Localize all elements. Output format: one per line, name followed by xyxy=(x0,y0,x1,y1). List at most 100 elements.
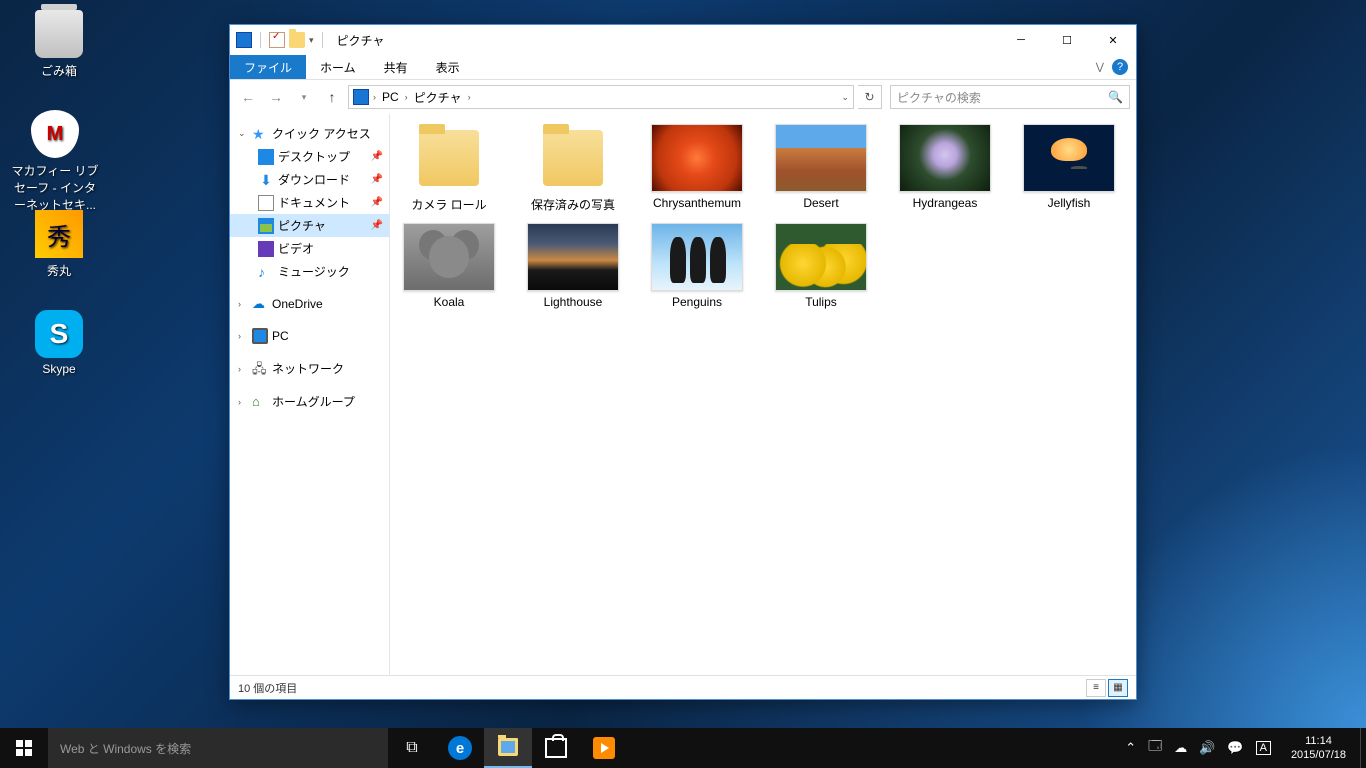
tray-overflow-icon[interactable]: ⌃ xyxy=(1125,740,1136,756)
tray-volume-icon[interactable]: 🔊 xyxy=(1199,740,1215,756)
refresh-button[interactable]: ↻ xyxy=(858,85,882,109)
address-dropdown-icon[interactable]: ⌄ xyxy=(841,92,849,103)
forward-button[interactable]: → xyxy=(264,85,288,109)
breadcrumb-pictures[interactable]: ピクチャ xyxy=(412,87,464,108)
image-thumbnail xyxy=(775,124,867,192)
breadcrumb[interactable]: › PC › ピクチャ › ⌄ xyxy=(348,85,854,109)
image-thumbnail xyxy=(527,223,619,291)
up-button[interactable]: ↑ xyxy=(320,85,344,109)
videos-icon xyxy=(258,241,274,257)
nav-quick-access[interactable]: ⌄★クイック アクセス xyxy=(230,122,389,145)
address-bar-row: ← → ▾ ↑ › PC › ピクチャ › ⌄ ↻ ピクチャの検索 🔍 xyxy=(230,80,1136,114)
file-item-hydrangeas[interactable]: Hydrangeas xyxy=(892,124,998,213)
ribbon-tabs: ファイル ホーム 共有 表示 ⋁ ? xyxy=(230,55,1136,80)
nav-network[interactable]: ›🖧ネットワーク xyxy=(230,357,389,380)
view-details-button[interactable]: ≡ xyxy=(1086,679,1106,697)
file-item-tulips[interactable]: Tulips xyxy=(768,223,874,309)
file-list[interactable]: カメラ ロール 保存済みの写真ChrysanthemumDesert Hydrang… xyxy=(390,114,1136,675)
location-icon xyxy=(353,89,369,105)
media-player-icon xyxy=(593,737,615,759)
folder-icon xyxy=(527,124,619,192)
qat-newfolder-icon[interactable] xyxy=(289,32,305,48)
file-item-label: カメラ ロール xyxy=(396,196,502,213)
chevron-right-icon[interactable]: › xyxy=(405,92,408,102)
minimize-button[interactable]: ─ xyxy=(998,25,1044,55)
view-thumbnails-button[interactable]: ▦ xyxy=(1108,679,1128,697)
chevron-right-icon[interactable]: › xyxy=(373,92,376,102)
recycle-bin-icon xyxy=(35,10,83,58)
expand-icon[interactable]: › xyxy=(238,364,248,374)
nav-music[interactable]: ♪ミュージック xyxy=(230,260,389,283)
taskbar-clock[interactable]: 11:14 2015/07/18 xyxy=(1283,734,1354,762)
nav-homegroup[interactable]: ›⌂ホームグループ xyxy=(230,390,389,413)
taskbar-store[interactable] xyxy=(532,728,580,768)
expand-icon[interactable]: › xyxy=(238,397,248,407)
qat-properties-icon[interactable] xyxy=(269,32,285,48)
file-item-lighthouse[interactable]: Lighthouse xyxy=(520,223,626,309)
show-desktop-button[interactable] xyxy=(1360,728,1366,768)
search-input[interactable]: ピクチャの検索 🔍 xyxy=(890,85,1130,109)
pc-icon xyxy=(252,328,268,344)
file-item-label: Hydrangeas xyxy=(892,196,998,210)
tray-network-icon[interactable]: ☁ xyxy=(1174,740,1187,756)
file-item-desert[interactable]: Desert xyxy=(768,124,874,213)
folder-icon xyxy=(403,124,495,192)
tab-home[interactable]: ホーム xyxy=(306,55,370,79)
star-icon: ★ xyxy=(252,126,268,142)
tray-battery-icon[interactable]: 🗔 xyxy=(1148,737,1162,759)
nav-onedrive[interactable]: ›☁OneDrive xyxy=(230,293,389,315)
task-view-button[interactable]: ⧉ xyxy=(388,728,436,768)
file-item-jellyfish[interactable]: Jellyfish xyxy=(1016,124,1122,213)
desktop-icon-label: マカフィー リブセーフ - インターネットセキ... xyxy=(10,162,100,213)
nav-desktop[interactable]: デスクトップ📌 xyxy=(230,145,389,168)
action-center-icon[interactable]: 💬 xyxy=(1227,740,1243,756)
file-item-penguins[interactable]: Penguins xyxy=(644,223,750,309)
nav-documents[interactable]: ドキュメント📌 xyxy=(230,191,389,214)
tab-share[interactable]: 共有 xyxy=(370,55,422,79)
file-item-camera-roll[interactable]: カメラ ロール xyxy=(396,124,502,213)
nav-downloads[interactable]: ⬇ダウンロード📌 xyxy=(230,168,389,191)
explorer-app-icon[interactable] xyxy=(236,32,252,48)
start-button[interactable] xyxy=(0,728,48,768)
taskbar-media-player[interactable] xyxy=(580,728,628,768)
file-item-chrysanthemum[interactable]: Chrysanthemum xyxy=(644,124,750,213)
taskbar-explorer[interactable] xyxy=(484,728,532,768)
ribbon-collapse-icon[interactable]: ⋁ xyxy=(1096,62,1104,73)
title-bar[interactable]: ▾ ピクチャ ─ ☐ ✕ xyxy=(230,25,1136,55)
qat-dropdown-icon[interactable]: ▾ xyxy=(309,35,314,46)
tab-view[interactable]: 表示 xyxy=(422,55,474,79)
collapse-icon[interactable]: ⌄ xyxy=(238,128,248,139)
back-button[interactable]: ← xyxy=(236,85,260,109)
desktop[interactable]: ごみ箱 M マカフィー リブセーフ - インターネットセキ... 秀丸 Skyp… xyxy=(0,0,1366,768)
close-button[interactable]: ✕ xyxy=(1090,25,1136,55)
chevron-right-icon[interactable]: › xyxy=(468,92,471,102)
expand-icon[interactable]: › xyxy=(238,299,248,309)
status-text: 10 個の項目 xyxy=(238,680,297,696)
help-icon[interactable]: ? xyxy=(1112,59,1128,75)
nav-videos[interactable]: ビデオ xyxy=(230,237,389,260)
nav-pictures[interactable]: ピクチャ📌 xyxy=(230,214,389,237)
desktop-icon xyxy=(258,149,274,165)
file-item-label: Lighthouse xyxy=(520,295,626,309)
nav-pc[interactable]: ›PC xyxy=(230,325,389,347)
image-thumbnail xyxy=(899,124,991,192)
taskbar-edge[interactable]: e xyxy=(436,728,484,768)
taskbar-search[interactable]: Web と Windows を検索 xyxy=(48,728,388,768)
history-dropdown[interactable]: ▾ xyxy=(292,85,316,109)
desktop-icon-mcafee[interactable]: M マカフィー リブセーフ - インターネットセキ... xyxy=(10,110,100,213)
expand-icon[interactable]: › xyxy=(238,331,248,341)
breadcrumb-pc[interactable]: PC xyxy=(380,88,401,106)
maximize-button[interactable]: ☐ xyxy=(1044,25,1090,55)
desktop-icon-hidemaru[interactable]: 秀丸 xyxy=(14,210,104,279)
task-view-icon: ⧉ xyxy=(406,739,417,757)
file-item-saved-pictures[interactable]: 保存済みの写真 xyxy=(520,124,626,213)
image-thumbnail xyxy=(775,223,867,291)
search-placeholder: ピクチャの検索 xyxy=(897,89,981,106)
file-item-koala[interactable]: Koala xyxy=(396,223,502,309)
file-item-label: Penguins xyxy=(644,295,750,309)
image-thumbnail xyxy=(651,124,743,192)
desktop-icon-skype[interactable]: Skype xyxy=(14,310,104,376)
tab-file[interactable]: ファイル xyxy=(230,55,306,79)
ime-indicator[interactable]: A xyxy=(1256,741,1271,755)
desktop-icon-recycle-bin[interactable]: ごみ箱 xyxy=(14,10,104,79)
